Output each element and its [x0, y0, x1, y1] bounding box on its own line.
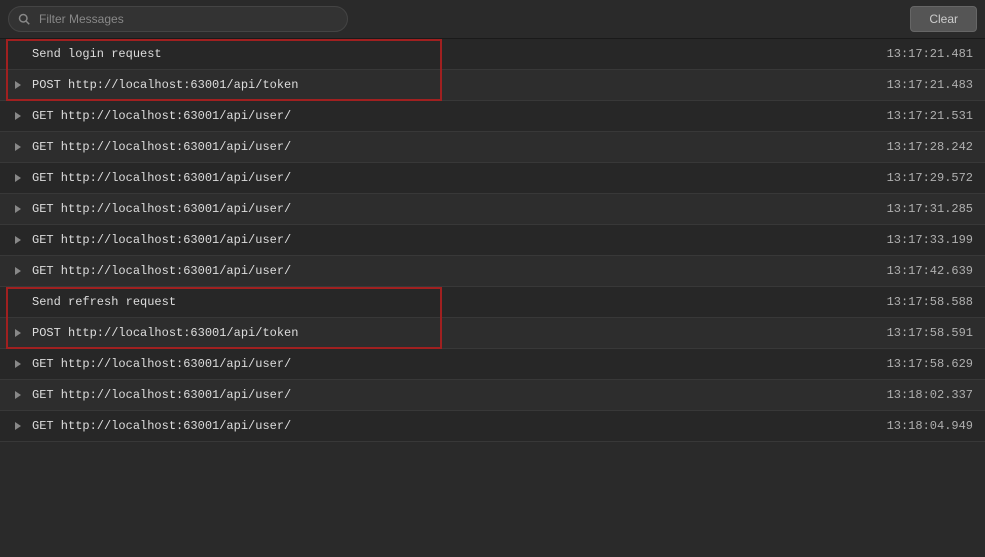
log-text: GET http://localhost:63001/api/user/: [32, 419, 875, 433]
log-row[interactable]: POST http://localhost:63001/api/token 13:…: [0, 318, 985, 349]
log-timestamp: 13:17:42.639: [887, 264, 973, 278]
log-row[interactable]: GET http://localhost:63001/api/user/13:1…: [0, 163, 985, 194]
log-row[interactable]: GET http://localhost:63001/api/user/13:1…: [0, 256, 985, 287]
log-timestamp: 13:17:58.588: [887, 295, 973, 309]
log-row[interactable]: GET http://localhost:63001/api/user/13:1…: [0, 411, 985, 442]
log-text: GET http://localhost:63001/api/user/: [32, 233, 875, 247]
toolbar: Clear: [0, 0, 985, 39]
log-text: POST http://localhost:63001/api/token: [32, 78, 875, 92]
log-row[interactable]: GET http://localhost:63001/api/user/13:1…: [0, 380, 985, 411]
filter-input[interactable]: [8, 6, 348, 32]
log-timestamp: 13:17:29.572: [887, 171, 973, 185]
log-text: GET http://localhost:63001/api/user/: [32, 264, 875, 278]
clear-button[interactable]: Clear: [910, 6, 977, 32]
chevron-right-icon[interactable]: [12, 110, 24, 122]
log-row[interactable]: Send refresh request 13:17:58.588: [0, 287, 985, 318]
log-text: GET http://localhost:63001/api/user/: [32, 388, 875, 402]
log-timestamp: 13:17:21.483: [887, 78, 973, 92]
log-text: GET http://localhost:63001/api/user/: [32, 171, 875, 185]
log-timestamp: 13:17:21.481: [887, 47, 973, 61]
chevron-right-icon[interactable]: [12, 389, 24, 401]
chevron-right-icon[interactable]: [12, 327, 24, 339]
log-row[interactable]: POST http://localhost:63001/api/token 13:…: [0, 70, 985, 101]
chevron-right-icon[interactable]: [12, 172, 24, 184]
log-timestamp: 13:17:31.285: [887, 202, 973, 216]
log-text: GET http://localhost:63001/api/user/: [32, 140, 875, 154]
chevron-right-icon[interactable]: [12, 265, 24, 277]
log-list: Send login request 13:17:21.481 POST http:…: [0, 39, 985, 442]
log-row[interactable]: GET http://localhost:63001/api/user/13:1…: [0, 194, 985, 225]
log-timestamp: 13:18:02.337: [887, 388, 973, 402]
filter-wrapper: [8, 6, 348, 32]
log-timestamp: 13:17:58.629: [887, 357, 973, 371]
log-text: POST http://localhost:63001/api/token: [32, 326, 875, 340]
log-row[interactable]: GET http://localhost:63001/api/user/13:1…: [0, 349, 985, 380]
chevron-right-icon[interactable]: [12, 420, 24, 432]
chevron-right-icon[interactable]: [12, 141, 24, 153]
chevron-right-icon[interactable]: [12, 79, 24, 91]
log-timestamp: 13:18:04.949: [887, 419, 973, 433]
chevron-right-icon[interactable]: [12, 203, 24, 215]
log-timestamp: 13:17:33.199: [887, 233, 973, 247]
log-text: GET http://localhost:63001/api/user/: [32, 202, 875, 216]
log-row[interactable]: GET http://localhost:63001/api/user/13:1…: [0, 225, 985, 256]
log-timestamp: 13:17:28.242: [887, 140, 973, 154]
log-row[interactable]: Send login request 13:17:21.481: [0, 39, 985, 70]
log-row[interactable]: GET http://localhost:63001/api/user/13:1…: [0, 101, 985, 132]
log-text: GET http://localhost:63001/api/user/: [32, 357, 875, 371]
chevron-right-icon[interactable]: [12, 358, 24, 370]
log-text: GET http://localhost:63001/api/user/: [32, 109, 875, 123]
chevron-right-icon[interactable]: [12, 234, 24, 246]
log-text: Send login request: [32, 47, 875, 61]
log-timestamp: 13:17:21.531: [887, 109, 973, 123]
log-timestamp: 13:17:58.591: [887, 326, 973, 340]
log-row[interactable]: GET http://localhost:63001/api/user/13:1…: [0, 132, 985, 163]
log-text: Send refresh request: [32, 295, 875, 309]
